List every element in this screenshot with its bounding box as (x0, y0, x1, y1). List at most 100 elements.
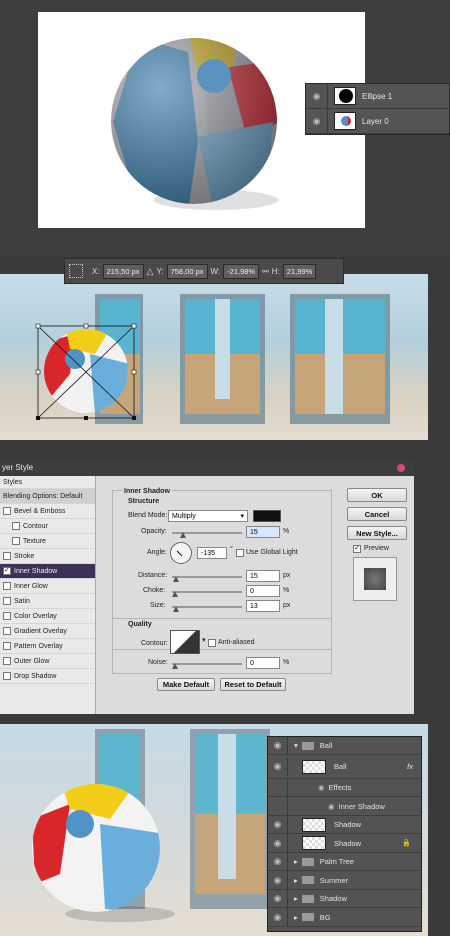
layer-row-ellipse[interactable]: ◉ Ellipse 1 (306, 83, 449, 109)
lock-icon: 🔒 (402, 840, 411, 847)
y-field[interactable]: 758,00 px (166, 263, 208, 279)
style-item[interactable]: Inner Glow (0, 579, 95, 594)
eye-icon[interactable]: ◉ (268, 834, 288, 852)
style-checkbox[interactable] (3, 597, 11, 605)
make-default-button[interactable]: Make Default (157, 678, 215, 691)
style-item[interactable]: ✓ Inner Shadow (0, 564, 95, 579)
delta-icon[interactable]: △ (147, 266, 154, 277)
ok-button[interactable]: OK (347, 488, 407, 502)
eye-icon[interactable]: ◉ (268, 871, 288, 889)
reset-default-button[interactable]: Reset to Default (220, 678, 286, 691)
global-light-checkbox[interactable] (236, 549, 244, 557)
expand-arrow-icon[interactable]: ▾ (294, 741, 298, 750)
opacity-input[interactable]: 15 (246, 526, 280, 538)
link-icon[interactable]: ⚯ (262, 267, 269, 276)
layer-row[interactable]: ◉ ▾ Ball (268, 736, 421, 755)
style-checkbox[interactable] (3, 657, 11, 665)
eye-icon[interactable]: ◉ (268, 908, 288, 926)
blend-mode-select[interactable]: Multiply ▾ (168, 510, 248, 522)
eye-icon[interactable]: ◉ (268, 852, 288, 871)
contour-picker[interactable] (170, 630, 200, 654)
style-checkbox[interactable] (3, 627, 11, 635)
angle-dial[interactable] (170, 542, 192, 564)
folder-icon (301, 857, 314, 866)
expand-arrow-icon[interactable]: ▸ (294, 913, 298, 922)
size-slider-knob[interactable] (172, 606, 179, 612)
style-checkbox[interactable] (12, 537, 20, 545)
expand-arrow-icon[interactable]: ▸ (294, 876, 298, 885)
blending-options[interactable]: Blending Options: Default (0, 489, 95, 504)
layer-row[interactable]: ◉ Inner Shadow (268, 797, 421, 816)
distance-input[interactable]: 15 (246, 570, 280, 582)
style-checkbox[interactable] (3, 612, 11, 620)
new-style-button[interactable]: New Style... (347, 526, 407, 540)
layer-row[interactable]: ◉ ▸ Shadow (268, 889, 421, 908)
size-input[interactable]: 13 (246, 600, 280, 612)
layer-row[interactable]: ◉ ▸ Summer (268, 871, 421, 890)
expand-arrow-icon[interactable]: ▸ (294, 894, 298, 903)
effect-eye-icon[interactable]: ◉ (328, 802, 335, 811)
eye-icon[interactable]: ◉ (306, 83, 328, 109)
layer-row[interactable]: ◉ ▸ BG (268, 908, 421, 927)
eye-icon[interactable] (268, 797, 288, 815)
noise-input[interactable]: 0 (246, 657, 280, 669)
style-item-label: Pattern Overlay (14, 642, 63, 650)
shadow-color-swatch[interactable] (253, 510, 281, 522)
preview-checkbox[interactable]: ✓ (353, 545, 361, 553)
size-slider[interactable] (172, 606, 242, 608)
expand-arrow-icon[interactable]: ▸ (294, 857, 298, 866)
distance-slider-knob[interactable] (172, 576, 179, 582)
layer-row[interactable]: ◉ ▸ Palm Tree (268, 852, 421, 871)
effect-eye-icon[interactable]: ◉ (318, 783, 325, 792)
style-item[interactable]: Gradient Overlay (0, 624, 95, 639)
width-field[interactable]: -21,98% (223, 263, 260, 279)
cancel-button[interactable]: Cancel (347, 507, 407, 521)
close-icon[interactable] (397, 464, 405, 472)
style-checkbox[interactable] (3, 507, 11, 515)
style-checkbox[interactable] (12, 522, 20, 530)
style-item[interactable]: Pattern Overlay (0, 639, 95, 654)
style-item[interactable]: Color Overlay (0, 609, 95, 624)
chevron-down-icon[interactable]: ▾ (202, 636, 206, 644)
reference-point-icon[interactable] (69, 264, 83, 278)
style-checkbox[interactable] (3, 552, 11, 560)
styles-header[interactable]: Styles (0, 476, 95, 489)
fx-icon[interactable]: fx (407, 762, 413, 771)
layer-row[interactable]: ◉ Effects (268, 778, 421, 797)
layer-row[interactable]: ◉ Shadow 🔒 (268, 834, 421, 853)
folder-icon (301, 741, 314, 750)
choke-slider-knob[interactable] (172, 591, 178, 597)
layer-thumbnail (302, 759, 326, 774)
choke-slider[interactable] (172, 591, 242, 593)
anti-aliased-checkbox[interactable] (208, 639, 216, 647)
distance-slider[interactable] (172, 576, 242, 578)
eye-icon[interactable]: ◉ (306, 108, 328, 134)
height-field[interactable]: 21,99% (282, 263, 317, 279)
opacity-slider-knob[interactable] (179, 532, 186, 538)
eye-icon[interactable]: ◉ (268, 889, 288, 908)
eye-icon[interactable]: ◉ (268, 757, 288, 776)
layer-row[interactable]: ◉ Ball fx (268, 755, 421, 779)
choke-input[interactable]: 0 (246, 585, 280, 597)
eye-icon[interactable]: ◉ (268, 736, 288, 755)
style-item[interactable]: Bevel & Emboss (0, 504, 95, 519)
eye-icon[interactable] (268, 778, 288, 797)
x-field[interactable]: 215,50 px (102, 263, 144, 279)
preview-label: Preview (364, 545, 389, 552)
style-checkbox[interactable] (3, 642, 11, 650)
style-checkbox[interactable] (3, 582, 11, 590)
noise-slider[interactable] (172, 663, 242, 665)
layer-row[interactable]: ◉ Shadow (268, 815, 421, 834)
style-item[interactable]: Texture (0, 534, 95, 549)
style-item[interactable]: Stroke (0, 549, 95, 564)
style-checkbox[interactable] (3, 672, 11, 680)
angle-input[interactable]: -135 (197, 547, 227, 559)
style-item[interactable]: Drop Shadow (0, 669, 95, 684)
style-item[interactable]: Satin (0, 594, 95, 609)
style-checkbox[interactable]: ✓ (3, 567, 11, 575)
noise-slider-knob[interactable] (172, 663, 178, 669)
layer-row-layer0[interactable]: ◉ Layer 0 (306, 108, 449, 134)
style-item[interactable]: Outer Glow (0, 654, 95, 669)
eye-icon[interactable]: ◉ (268, 815, 288, 834)
style-item[interactable]: Contour (0, 519, 95, 534)
